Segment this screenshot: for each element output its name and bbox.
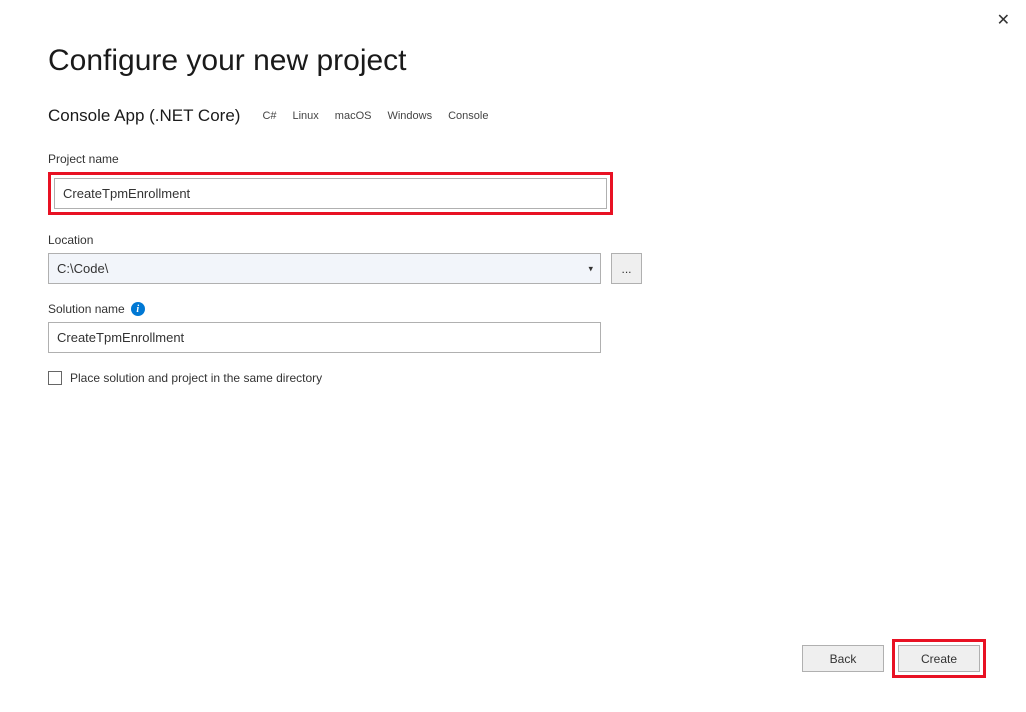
info-icon[interactable]: i <box>131 302 145 316</box>
same-directory-checkbox[interactable] <box>48 371 62 385</box>
tag: Console <box>442 108 494 124</box>
tag: C# <box>256 108 282 124</box>
solution-name-input[interactable] <box>48 322 601 353</box>
location-input[interactable] <box>48 253 601 284</box>
location-group: Location ▾ ... <box>48 233 978 284</box>
highlight-create: Create <box>892 639 986 678</box>
same-directory-label: Place solution and project in the same d… <box>70 371 322 385</box>
template-name: Console App (.NET Core) <box>48 106 240 126</box>
create-button[interactable]: Create <box>898 645 980 672</box>
browse-button[interactable]: ... <box>611 253 642 284</box>
project-name-group: Project name <box>48 152 978 215</box>
location-combo[interactable]: ▾ <box>48 253 601 284</box>
solution-name-label-text: Solution name <box>48 302 125 316</box>
close-icon[interactable]: ✕ <box>997 10 1010 30</box>
tag-list: C# Linux macOS Windows Console <box>256 108 494 124</box>
dialog-footer: Back Create <box>802 639 986 678</box>
tag: Linux <box>287 108 325 124</box>
same-directory-row: Place solution and project in the same d… <box>48 371 978 385</box>
solution-name-label: Solution name i <box>48 302 978 316</box>
back-button[interactable]: Back <box>802 645 884 672</box>
template-row: Console App (.NET Core) C# Linux macOS W… <box>48 106 978 126</box>
location-label: Location <box>48 233 978 247</box>
dialog-content: Configure your new project Console App (… <box>0 0 1026 385</box>
project-name-input[interactable] <box>54 178 607 209</box>
project-name-label: Project name <box>48 152 978 166</box>
tag: Windows <box>381 108 438 124</box>
solution-name-group: Solution name i <box>48 302 978 353</box>
highlight-project-name <box>48 172 613 215</box>
page-title: Configure your new project <box>48 44 978 78</box>
tag: macOS <box>329 108 378 124</box>
